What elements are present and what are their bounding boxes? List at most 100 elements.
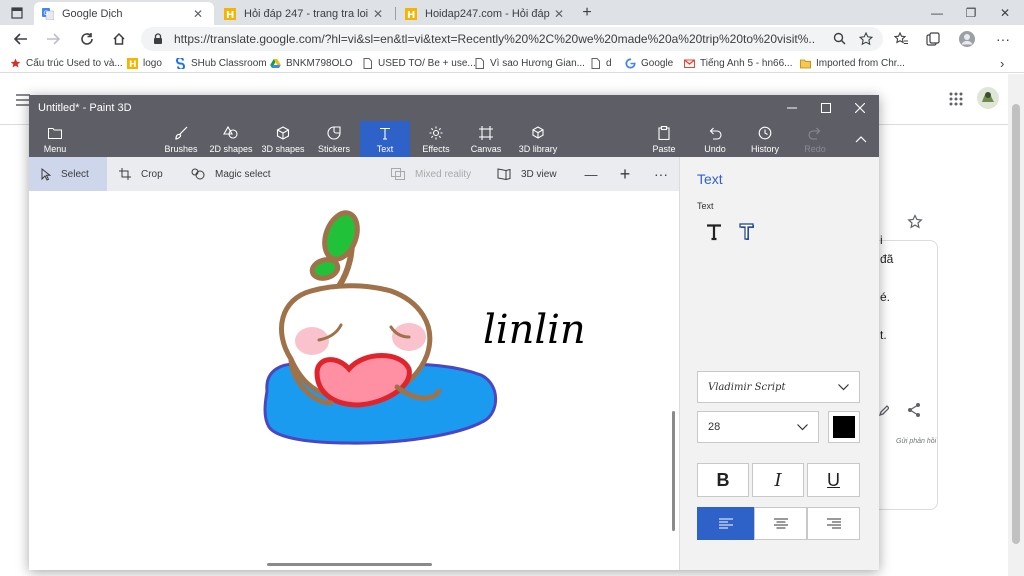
align-right-icon: [826, 517, 841, 529]
bookmark-item[interactable]: BNKM798OLO: [270, 56, 353, 70]
svg-text:H: H: [129, 60, 137, 69]
3d-library-tool[interactable]: 3D library: [513, 121, 563, 157]
forward-arrow-icon[interactable]: [40, 27, 66, 51]
canvas-vertical-scrollbar[interactable]: [672, 411, 675, 531]
magic-select-button[interactable]: Magic select: [191, 157, 281, 191]
handwritten-linlin-text: linlin: [483, 307, 586, 353]
paint3d-subtoolbar: Select Crop Magic select Mixed reality 3…: [29, 157, 679, 191]
font-family-dropdown[interactable]: Vladimir Script: [697, 371, 860, 403]
zoom-out-button[interactable]: —: [583, 157, 599, 191]
apps-grid-icon[interactable]: [949, 92, 963, 106]
bookmark-item[interactable]: Tiếng Anh 5 - hn66...: [684, 56, 792, 70]
bookmark-item[interactable]: Vì sao Hương Gian...: [474, 56, 585, 70]
collapse-ribbon-chevron-icon[interactable]: [849, 121, 873, 157]
align-center-button[interactable]: [754, 507, 807, 540]
redo-icon: [808, 125, 822, 141]
search-icon[interactable]: [833, 32, 846, 45]
user-avatar[interactable]: [976, 86, 1000, 110]
reload-icon[interactable]: [74, 27, 100, 51]
edit-pencil-icon[interactable]: [879, 404, 889, 416]
close-icon[interactable]: [843, 95, 877, 121]
bookmarks-bar: Cấu trúc Used to và... H logo SHub Class…: [0, 53, 1024, 73]
add-favorite-star-icon[interactable]: [859, 32, 873, 46]
window-menu-icon[interactable]: [0, 0, 34, 25]
hamburger-menu-icon[interactable]: [16, 94, 30, 106]
favorites-icon[interactable]: [888, 27, 914, 51]
translation-peek-text: i: [880, 233, 883, 247]
align-left-button[interactable]: [697, 507, 754, 540]
tab-close-icon[interactable]: ✕: [190, 7, 206, 21]
2d-shapes-tool[interactable]: 2D shapes: [208, 121, 254, 157]
bookmark-item[interactable]: Cấu trúc Used to và...: [10, 56, 123, 70]
tab-google-dich[interactable]: G Google Dịch ✕: [34, 2, 214, 25]
font-size-dropdown[interactable]: 28: [697, 411, 819, 443]
bookmarks-overflow-chevron-icon[interactable]: ›: [1000, 56, 1004, 71]
select-button[interactable]: Select: [29, 157, 107, 191]
tab-close-icon[interactable]: ✕: [551, 7, 567, 21]
page-scrollbar[interactable]: [1008, 74, 1024, 576]
back-arrow-icon[interactable]: [8, 27, 34, 51]
zoom-in-button[interactable]: +: [616, 157, 634, 191]
sticker-icon: [327, 125, 341, 141]
3d-view-button[interactable]: 3D view: [497, 157, 567, 191]
italic-button[interactable]: I: [752, 463, 804, 497]
page-icon: [363, 57, 372, 69]
share-icon[interactable]: [906, 402, 922, 418]
bookmark-item[interactable]: Google: [625, 56, 673, 70]
sun-icon: [429, 125, 443, 141]
bookmark-item[interactable]: d: [590, 56, 612, 70]
minimize-button[interactable]: —: [920, 0, 954, 25]
restore-button[interactable]: ❐: [954, 0, 988, 25]
bookmark-label: SHub Classroom: [191, 57, 267, 69]
tab-close-icon[interactable]: ✕: [370, 7, 386, 21]
collections-icon[interactable]: [920, 27, 946, 51]
folder-icon: [800, 59, 811, 68]
canvas-drawing: linlin: [263, 210, 586, 445]
drawing-canvas[interactable]: linlin: [29, 191, 679, 570]
maximize-icon[interactable]: [809, 95, 843, 121]
send-feedback-link[interactable]: Gửi phản hồi: [896, 438, 936, 445]
profile-avatar-icon[interactable]: [954, 27, 980, 51]
menu-button[interactable]: Menu: [35, 121, 75, 157]
tab-hoidap247-bai-tap[interactable]: H Hoidap247.com - Hỏi đáp bài tậ ✕: [397, 2, 575, 25]
underline-button[interactable]: U: [807, 463, 860, 497]
shapes-2d-icon: [223, 125, 239, 141]
undo-button[interactable]: Undo: [699, 121, 731, 157]
hoidap-logo-icon: H: [127, 57, 138, 69]
stickers-tool[interactable]: Stickers: [313, 121, 355, 157]
canvas-tool[interactable]: Canvas: [467, 121, 505, 157]
bookmark-item[interactable]: Imported from Chr...: [800, 56, 905, 70]
crop-label: Crop: [141, 168, 163, 180]
bookmark-item[interactable]: SHub Classroom: [175, 56, 267, 70]
text-color-picker[interactable]: [828, 411, 860, 443]
history-button[interactable]: History: [747, 121, 783, 157]
2d-text-icon[interactable]: [701, 219, 727, 245]
canvas-horizontal-scrollbar[interactable]: [267, 563, 432, 566]
home-icon[interactable]: [106, 27, 132, 51]
paste-button[interactable]: Paste: [648, 121, 680, 157]
address-bar[interactable]: https://translate.google.com/?hl=vi&sl=e…: [141, 27, 883, 51]
bookmark-item[interactable]: USED TO/ Be + use...: [362, 56, 476, 70]
3d-shapes-tool[interactable]: 3D shapes: [260, 121, 306, 157]
brushes-tool[interactable]: Brushes: [160, 121, 202, 157]
mixed-reality-button[interactable]: Mixed reality: [391, 157, 481, 191]
tool-label: Stickers: [317, 144, 350, 154]
align-right-button[interactable]: [807, 507, 860, 540]
scrollbar-thumb[interactable]: [1012, 104, 1020, 544]
close-window-button[interactable]: ✕: [988, 0, 1022, 25]
tab-hoidap247-tra-loi[interactable]: H Hỏi đáp 247 - trang tra loi ✕: [216, 2, 394, 25]
new-tab-button[interactable]: +: [576, 0, 598, 25]
text-tool[interactable]: Text: [360, 121, 410, 157]
minimize-icon[interactable]: [775, 95, 809, 121]
bold-button[interactable]: B: [697, 463, 749, 497]
effects-tool[interactable]: Effects: [417, 121, 455, 157]
3d-text-icon[interactable]: [734, 219, 760, 245]
redo-button[interactable]: Redo: [800, 121, 830, 157]
browser-toolbar: https://translate.google.com/?hl=vi&sl=e…: [0, 25, 1024, 53]
settings-more-icon[interactable]: ···: [990, 27, 1016, 51]
bookmark-item[interactable]: H logo: [127, 56, 162, 70]
more-options-button[interactable]: ···: [651, 157, 671, 191]
save-star-icon[interactable]: [907, 214, 923, 230]
3d-view-label: 3D view: [521, 168, 557, 180]
crop-button[interactable]: Crop: [119, 157, 179, 191]
